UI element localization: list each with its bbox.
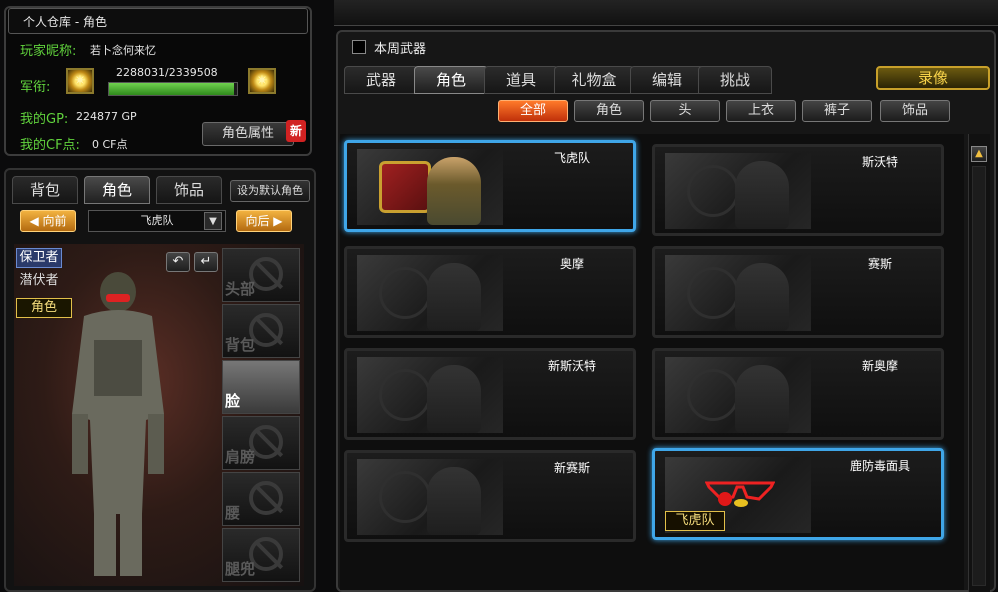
top-bar bbox=[334, 0, 998, 26]
character-portrait bbox=[735, 161, 789, 229]
item-card[interactable]: 新赛斯 bbox=[344, 450, 636, 542]
slot-shoulder[interactable]: 肩膀 bbox=[222, 416, 300, 470]
filter-accessories[interactable]: 饰品 bbox=[880, 100, 950, 122]
chevron-down-icon[interactable]: ▼ bbox=[204, 212, 222, 230]
filter-top[interactable]: 上衣 bbox=[726, 100, 796, 122]
team-emblem-icon bbox=[379, 369, 431, 421]
rank-label: 军衔: bbox=[20, 80, 51, 95]
character-portrait bbox=[735, 365, 789, 433]
tab-character[interactable]: 角色 bbox=[84, 176, 150, 204]
new-badge: 新 bbox=[286, 120, 306, 142]
item-name: 斯沃特 bbox=[861, 155, 898, 169]
team-emblem-icon bbox=[379, 471, 431, 523]
character-portrait bbox=[427, 263, 481, 331]
slot-backpack[interactable]: 背包 bbox=[222, 304, 300, 358]
undo-icon[interactable]: ↶ bbox=[166, 252, 190, 272]
record-button[interactable]: 录像 bbox=[876, 66, 990, 90]
xp-text: 2288031/2339508 bbox=[116, 66, 218, 79]
item-thumbnail bbox=[665, 153, 811, 229]
gp-label: 我的GP: bbox=[20, 112, 69, 127]
rank-star-icon: ✷ bbox=[256, 73, 268, 89]
item-name: 新斯沃特 bbox=[547, 359, 596, 373]
team-emblem-icon bbox=[379, 267, 431, 319]
cf-label: 我的CF点: bbox=[20, 138, 80, 153]
character-select-value: 飞虎队 bbox=[140, 214, 174, 227]
item-name: 新赛斯 bbox=[553, 461, 590, 475]
rank-star-icon: ✷ bbox=[74, 73, 86, 89]
team-emblem-icon bbox=[687, 369, 739, 421]
item-name: 飞虎队 bbox=[553, 151, 590, 165]
item-name: 赛斯 bbox=[867, 257, 892, 271]
glasses-icon bbox=[705, 481, 775, 507]
item-name: 奥摩 bbox=[559, 257, 584, 271]
tab-characters[interactable]: 角色 bbox=[414, 66, 488, 94]
team-emblem-icon bbox=[687, 165, 739, 217]
item-name: 鹿防毒面具 bbox=[849, 459, 910, 473]
filter-character[interactable]: 角色 bbox=[574, 100, 644, 122]
character-portrait bbox=[427, 157, 481, 225]
xp-bar bbox=[108, 82, 238, 96]
item-thumbnail bbox=[665, 357, 811, 433]
next-button[interactable]: 向后 ▶ bbox=[236, 210, 292, 232]
item-card[interactable]: 奥摩 bbox=[344, 246, 636, 338]
scroll-up-icon[interactable]: ▲ bbox=[971, 146, 987, 162]
tab-gift-box[interactable]: 礼物盒 bbox=[554, 66, 634, 94]
mode-defender[interactable]: 保卫者 bbox=[16, 248, 62, 268]
nickname-label: 玩家昵称: bbox=[20, 44, 77, 59]
cf-value: 0 CF点 bbox=[92, 138, 128, 151]
item-thumbnail bbox=[665, 255, 811, 331]
set-default-character-button[interactable]: 设为默认角色 bbox=[230, 180, 310, 202]
team-emblem-icon bbox=[379, 161, 431, 213]
slot-waist[interactable]: 腰 bbox=[222, 472, 300, 526]
tab-backpack[interactable]: 背包 bbox=[12, 176, 78, 204]
redo-icon[interactable]: ↵ bbox=[194, 252, 218, 272]
slot-face[interactable]: 脸 bbox=[222, 360, 300, 414]
empty-slot-icon bbox=[249, 481, 283, 515]
xp-bar-fill bbox=[109, 83, 235, 95]
filter-pants[interactable]: 裤子 bbox=[802, 100, 872, 122]
item-card[interactable]: 新斯沃特 bbox=[344, 348, 636, 440]
prev-button[interactable]: ◀ 向前 bbox=[20, 210, 76, 232]
tab-challenge[interactable]: 挑战 bbox=[698, 66, 772, 94]
scrollbar[interactable]: ▲ bbox=[968, 134, 990, 592]
item-card[interactable]: 飞虎队 bbox=[344, 140, 636, 232]
item-card[interactable]: 赛斯 bbox=[652, 246, 944, 338]
item-thumbnail bbox=[357, 255, 503, 331]
character-portrait bbox=[735, 263, 789, 331]
tab-accessories[interactable]: 饰品 bbox=[156, 176, 222, 204]
character-attributes-button[interactable]: 角色属性 bbox=[202, 122, 294, 146]
rank-badge-left: ✷ bbox=[66, 68, 94, 94]
item-card[interactable]: 鹿防毒面具 飞虎队 bbox=[652, 448, 944, 540]
tab-edit[interactable]: 编辑 bbox=[630, 66, 704, 94]
character-portrait bbox=[427, 365, 481, 433]
item-thumbnail bbox=[357, 459, 503, 535]
character-portrait bbox=[427, 467, 481, 535]
mode-character[interactable]: 角色 bbox=[16, 298, 72, 318]
item-name: 新奥摩 bbox=[861, 359, 898, 373]
tab-weapons[interactable]: 武器 bbox=[344, 66, 418, 94]
tab-items[interactable]: 道具 bbox=[484, 66, 558, 94]
item-thumbnail bbox=[357, 357, 503, 433]
slot-leg[interactable]: 腿兜 bbox=[222, 528, 300, 582]
team-emblem-icon bbox=[687, 267, 739, 319]
gp-value: 224877 GP bbox=[76, 110, 137, 123]
rank-badge-right: ✷ bbox=[248, 68, 276, 94]
nickname-value: 若卜念何来忆 bbox=[90, 44, 156, 57]
slot-head[interactable]: 头部 bbox=[222, 248, 300, 302]
scroll-track[interactable] bbox=[972, 166, 986, 586]
item-thumbnail bbox=[357, 149, 503, 225]
window-title: 个人仓库 - 角色 bbox=[8, 8, 308, 34]
item-card[interactable]: 斯沃特 bbox=[652, 144, 944, 236]
item-team-badge: 飞虎队 bbox=[665, 511, 725, 531]
mode-infiltrator[interactable]: 潜伏者 bbox=[16, 272, 62, 292]
weekly-weapons-checkbox[interactable] bbox=[352, 40, 366, 54]
filter-head[interactable]: 头 bbox=[650, 100, 720, 122]
weekly-weapons-title: 本周武器 bbox=[374, 42, 427, 57]
filter-all[interactable]: 全部 bbox=[498, 100, 568, 122]
item-card[interactable]: 新奥摩 bbox=[652, 348, 944, 440]
